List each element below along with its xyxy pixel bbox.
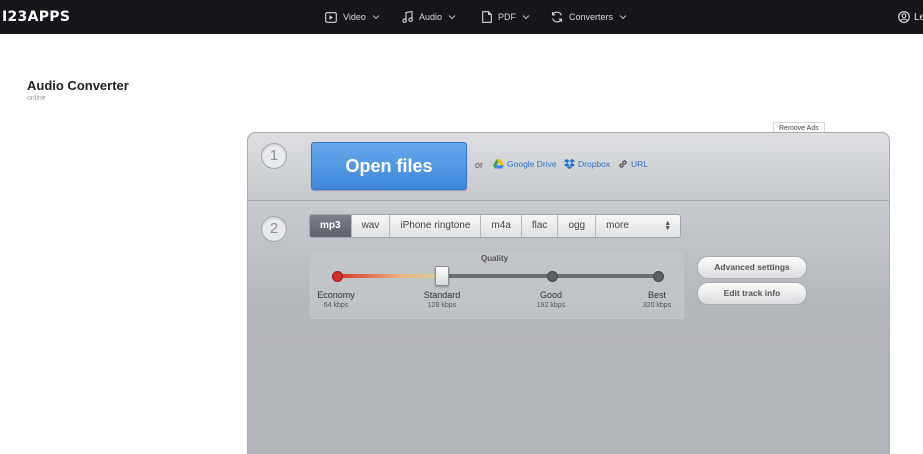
url-label: URL [631, 159, 649, 169]
quality-level-bitrate: 64 kbps [323, 302, 349, 309]
open-files-button[interactable]: Open files [311, 142, 467, 190]
user-icon [898, 11, 910, 23]
quality-slider-handle[interactable] [435, 266, 449, 286]
google-drive-icon [493, 159, 504, 169]
format-tab-flac[interactable]: flac [522, 215, 559, 237]
quality-level-name: Standard [423, 290, 461, 300]
music-icon [402, 11, 413, 23]
chevron-down-icon [372, 15, 380, 20]
quality-stop-best[interactable] [653, 271, 664, 282]
quality-level-name: Best [647, 290, 667, 300]
google-drive-label: Google Drive [507, 159, 557, 169]
chevron-down-icon [448, 15, 456, 20]
quality-stop-good[interactable] [547, 271, 558, 282]
nav-item-label: Video [343, 12, 366, 22]
user-menu[interactable]: Le [898, 0, 923, 34]
nav-item-label: PDF [498, 12, 516, 22]
google-drive-link[interactable]: Google Drive [493, 159, 557, 169]
refresh-icon [551, 11, 563, 23]
format-more-label: more [606, 220, 629, 231]
quality-slider-box: Quality Economy 64 kbps Standard 128 kbp… [310, 253, 684, 319]
nav-item-label: Audio [419, 12, 443, 22]
document-icon [482, 11, 492, 23]
advanced-settings-button[interactable]: Advanced settings [697, 256, 807, 279]
quality-level-name: Good [539, 290, 563, 300]
quality-level-name: Economy [317, 290, 355, 300]
converter-panel: 1 Open files or Google Drive Dropbox URL [247, 132, 890, 454]
nav-item-video[interactable]: Video [325, 0, 380, 34]
user-label: Le [914, 11, 923, 23]
video-icon [325, 11, 337, 23]
chevron-down-icon [619, 15, 627, 20]
up-down-arrow-icon: ▲ ▼ [664, 220, 672, 232]
quality-level-bitrate: 128 kbps [427, 302, 457, 309]
dropbox-label: Dropbox [578, 159, 611, 169]
format-tabs: mp3 wav iPhone ringtone m4a flac ogg mor… [309, 214, 682, 238]
quality-slider-track[interactable] [337, 274, 659, 278]
dropbox-icon [564, 159, 575, 169]
top-navbar: I23APPS Video Audio PDF Converters Le [0, 0, 923, 34]
chevron-down-icon [522, 15, 530, 20]
nav-item-pdf[interactable]: PDF [482, 0, 530, 34]
format-tab-ogg[interactable]: ogg [558, 215, 597, 237]
or-label: or [475, 160, 484, 170]
quality-stop-economy[interactable] [332, 271, 343, 282]
link-icon [619, 160, 627, 168]
step-number: 1 [261, 143, 287, 169]
quality-level-bitrate: 320 kbps [642, 302, 672, 309]
dropbox-link[interactable]: Dropbox [564, 159, 610, 169]
step-format-settings: 2 mp3 wav iPhone ringtone m4a flac ogg m… [248, 201, 889, 453]
quality-label: Quality [481, 254, 509, 263]
quality-level-bitrate: 192 kbps [536, 302, 566, 309]
nav-item-audio[interactable]: Audio [402, 0, 456, 34]
url-link[interactable]: URL [618, 159, 648, 169]
format-more-select[interactable]: more ▲ ▼ [596, 215, 680, 237]
edit-track-info-button[interactable]: Edit track info [697, 282, 807, 305]
page-subtitle: online [27, 95, 46, 102]
quality-slider-fill [337, 274, 445, 278]
step-number: 2 [261, 216, 287, 242]
format-tab-wav[interactable]: wav [352, 215, 391, 237]
format-tab-mp3[interactable]: mp3 [310, 215, 352, 237]
format-tab-iphone-ringtone[interactable]: iPhone ringtone [390, 215, 482, 237]
page-title: Audio Converter [27, 78, 129, 93]
site-logo[interactable]: I23APPS [2, 9, 70, 25]
step-open-files: 1 Open files or Google Drive Dropbox URL [248, 133, 889, 201]
format-tab-m4a[interactable]: m4a [481, 215, 522, 237]
nav-item-label: Converters [569, 12, 614, 22]
nav-item-converters[interactable]: Converters [551, 0, 627, 34]
